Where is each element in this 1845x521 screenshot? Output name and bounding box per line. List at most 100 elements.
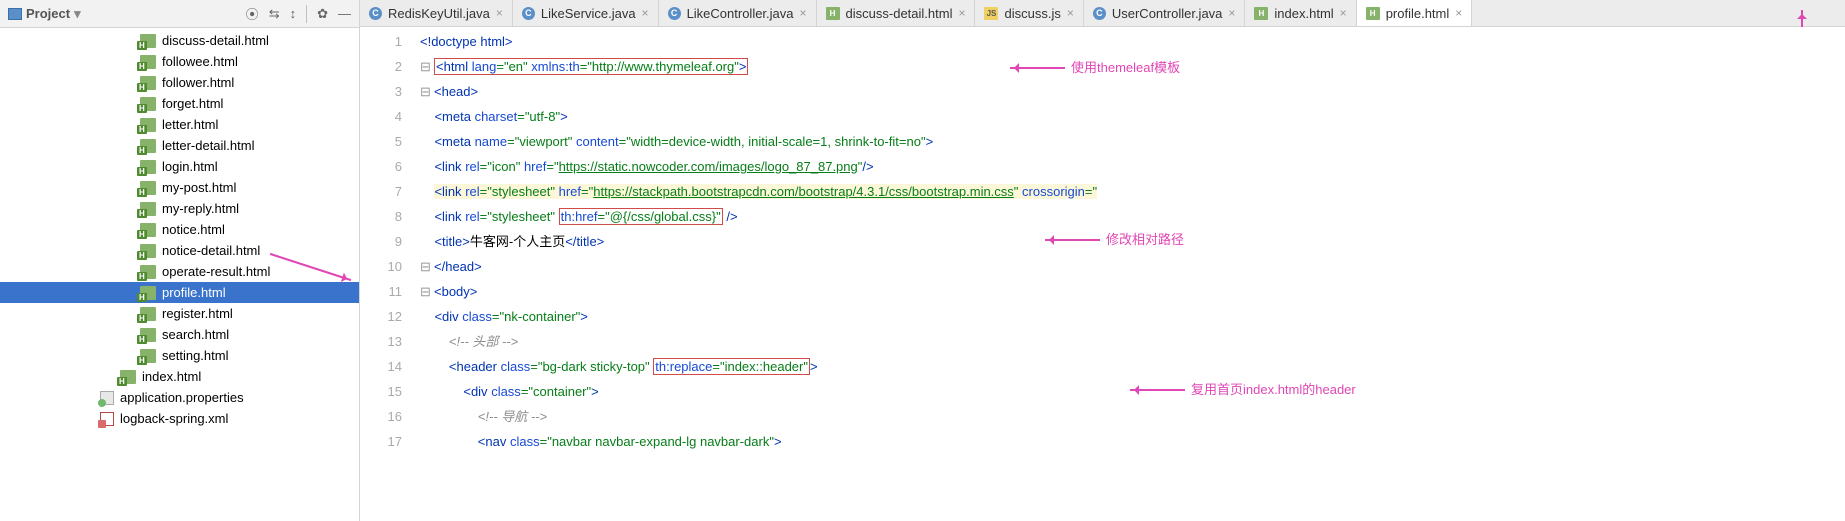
sidebar-header: Project ▾ ⦿ ⇆ ↕ ✿ — bbox=[0, 0, 359, 28]
close-icon[interactable]: × bbox=[958, 6, 965, 20]
tree-item-label: follower.html bbox=[162, 75, 234, 90]
gear-icon[interactable]: ✿ bbox=[317, 6, 328, 22]
code-editor[interactable]: 1234567891011121314151617 <!doctype html… bbox=[360, 27, 1845, 521]
line-number: 11 bbox=[360, 279, 402, 304]
project-tree[interactable]: discuss-detail.html followee.html follower… bbox=[0, 28, 359, 521]
code-body[interactable]: <!doctype html> ⊟<html lang="en" xmlns:t… bbox=[420, 27, 1845, 521]
close-icon[interactable]: × bbox=[1455, 6, 1462, 20]
class-icon: C bbox=[1093, 7, 1106, 20]
tree-item-label: my-post.html bbox=[162, 180, 236, 195]
tree-item[interactable]: letter.html bbox=[0, 114, 359, 135]
web-file-icon bbox=[140, 244, 156, 258]
editor-tab-bar: CRedisKeyUtil.java×CLikeService.java×CLi… bbox=[360, 0, 1845, 27]
line-number: 16 bbox=[360, 404, 402, 429]
web-file-icon bbox=[140, 76, 156, 90]
separator bbox=[306, 5, 307, 23]
editor-tab[interactable]: CRedisKeyUtil.java× bbox=[360, 0, 513, 26]
web-file-icon bbox=[140, 34, 156, 48]
gutter: 1234567891011121314151617 bbox=[360, 27, 420, 521]
html-icon: H bbox=[1366, 7, 1380, 20]
xml-file-icon bbox=[100, 412, 114, 426]
tree-item[interactable]: followee.html bbox=[0, 51, 359, 72]
web-file-icon bbox=[140, 265, 156, 279]
editor-tab[interactable]: Hdiscuss-detail.html× bbox=[817, 0, 976, 26]
tree-item-label: notice-detail.html bbox=[162, 243, 260, 258]
line-number: 4 bbox=[360, 104, 402, 129]
editor-tab[interactable]: Hprofile.html × bbox=[1357, 0, 1473, 26]
tree-item[interactable]: login.html bbox=[0, 156, 359, 177]
editor-tab[interactable]: JSdiscuss.js× bbox=[975, 0, 1083, 26]
tree-item-label: letter-detail.html bbox=[162, 138, 254, 153]
tree-item[interactable]: forget.html bbox=[0, 93, 359, 114]
tree-item[interactable]: letter-detail.html bbox=[0, 135, 359, 156]
web-file-icon bbox=[140, 55, 156, 69]
line-number: 8 bbox=[360, 204, 402, 229]
tree-item[interactable]: my-post.html bbox=[0, 177, 359, 198]
tree-item[interactable]: setting.html bbox=[0, 345, 359, 366]
class-icon: C bbox=[522, 7, 535, 20]
dropdown-icon: ▾ bbox=[74, 6, 81, 22]
tree-item-label: operate-result.html bbox=[162, 264, 270, 279]
project-label[interactable]: Project ▾ bbox=[8, 6, 81, 22]
line-number: 14 bbox=[360, 354, 402, 379]
line-number: 3 bbox=[360, 79, 402, 104]
tree-item[interactable]: notice.html bbox=[0, 219, 359, 240]
project-title: Project bbox=[26, 6, 70, 21]
tree-item[interactable]: logback-spring.xml bbox=[0, 408, 359, 429]
tree-item-label: login.html bbox=[162, 159, 218, 174]
close-icon[interactable]: × bbox=[1067, 6, 1074, 20]
tab-label: LikeService.java bbox=[541, 6, 636, 21]
editor-tab[interactable]: Hindex.html× bbox=[1245, 0, 1356, 26]
class-icon: C bbox=[668, 7, 681, 20]
editor-tab[interactable]: C UserController.java × bbox=[1084, 0, 1246, 26]
close-icon[interactable]: × bbox=[1228, 6, 1235, 20]
hide-icon[interactable]: — bbox=[338, 6, 351, 21]
tab-label: UserController.java bbox=[1112, 6, 1223, 21]
tree-item-label: discuss-detail.html bbox=[162, 33, 269, 48]
web-file-icon bbox=[140, 286, 156, 300]
web-file-icon bbox=[140, 328, 156, 342]
tree-item[interactable]: my-reply.html bbox=[0, 198, 359, 219]
line-number: 12 bbox=[360, 304, 402, 329]
tab-label: discuss-detail.html bbox=[846, 6, 953, 21]
tree-item[interactable]: notice-detail.html bbox=[0, 240, 359, 261]
tree-item-label: logback-spring.xml bbox=[120, 411, 228, 426]
tree-item[interactable]: index.html bbox=[0, 366, 359, 387]
tree-item[interactable]: search.html bbox=[0, 324, 359, 345]
html-icon: H bbox=[1254, 7, 1268, 20]
close-icon[interactable]: × bbox=[642, 6, 649, 20]
editor-pane: CRedisKeyUtil.java×CLikeService.java×CLi… bbox=[360, 0, 1845, 521]
line-number: 9 bbox=[360, 229, 402, 254]
tree-item-label: index.html bbox=[142, 369, 201, 384]
tree-item-label: application.properties bbox=[120, 390, 244, 405]
tab-label: RedisKeyUtil.java bbox=[388, 6, 490, 21]
tree-item-label: setting.html bbox=[162, 348, 228, 363]
editor-tab[interactable]: C LikeService.java × bbox=[513, 0, 659, 26]
line-number: 5 bbox=[360, 129, 402, 154]
web-file-icon bbox=[140, 181, 156, 195]
tree-item[interactable]: follower.html bbox=[0, 72, 359, 93]
line-number: 1 bbox=[360, 29, 402, 54]
close-icon[interactable]: × bbox=[496, 6, 503, 20]
expand-icon[interactable]: ↕ bbox=[290, 6, 297, 21]
tree-item-label: search.html bbox=[162, 327, 229, 342]
web-file-icon bbox=[140, 223, 156, 237]
web-file-icon bbox=[120, 370, 136, 384]
tree-item-label: notice.html bbox=[162, 222, 225, 237]
collapse-icon[interactable]: ⇆ bbox=[269, 6, 280, 22]
project-icon bbox=[8, 8, 22, 20]
close-icon[interactable]: × bbox=[800, 6, 807, 20]
target-icon[interactable]: ⦿ bbox=[246, 4, 259, 23]
tree-item[interactable]: application.properties bbox=[0, 387, 359, 408]
tree-item[interactable]: register.html bbox=[0, 303, 359, 324]
web-file-icon bbox=[140, 307, 156, 321]
web-file-icon bbox=[140, 97, 156, 111]
tree-item-label: my-reply.html bbox=[162, 201, 239, 216]
close-icon[interactable]: × bbox=[1340, 6, 1347, 20]
tree-item[interactable]: profile.html bbox=[0, 282, 359, 303]
tab-label: discuss.js bbox=[1004, 6, 1060, 21]
editor-tab[interactable]: CLikeController.java× bbox=[659, 0, 817, 26]
tab-label: profile.html bbox=[1386, 6, 1450, 21]
tree-item[interactable]: discuss-detail.html bbox=[0, 30, 359, 51]
tree-item-label: forget.html bbox=[162, 96, 223, 111]
